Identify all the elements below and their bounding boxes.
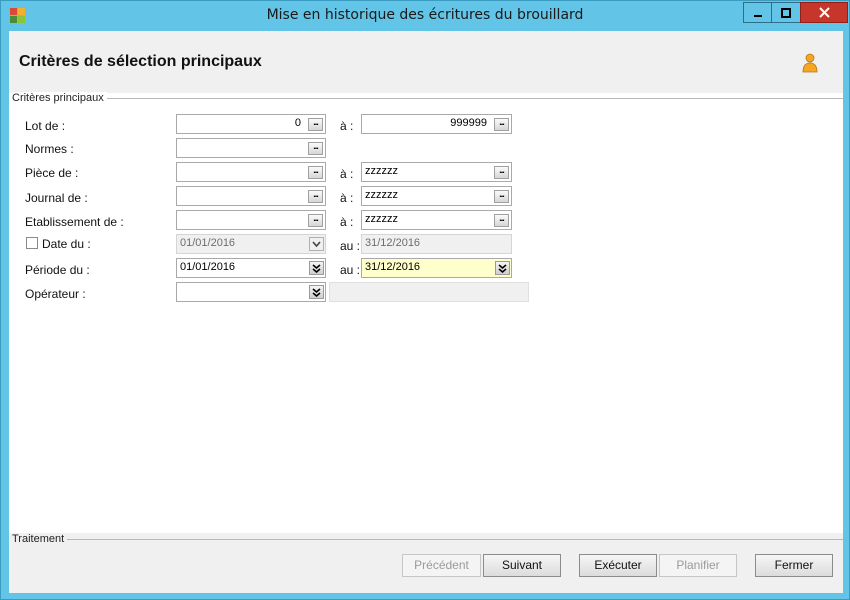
close-icon <box>818 7 830 18</box>
execute-button[interactable]: Exécuter <box>579 554 657 577</box>
operateur-dropdown-button[interactable] <box>309 285 324 299</box>
page-title: Critères de sélection principaux <box>19 53 262 70</box>
normes-ellipsis-button[interactable]: ... <box>308 142 323 155</box>
date-checkbox[interactable] <box>26 237 38 249</box>
lot-from-ellipsis-button[interactable]: ... <box>308 118 323 131</box>
client-area: Critères de sélection principaux Critère… <box>9 31 843 593</box>
periode-to-label: au : <box>340 263 361 277</box>
date-label: Date du : <box>42 237 91 251</box>
date-from-input[interactable]: 01/01/2016 <box>176 234 326 254</box>
periode-to-dropdown-button[interactable] <box>495 261 510 275</box>
lot-label: Lot de : <box>25 119 66 133</box>
journal-to-input[interactable]: zzzzzz <box>361 186 512 206</box>
traitement-group-line <box>65 539 843 540</box>
piece-to-label: à : <box>340 167 354 181</box>
piece-label: Pièce de : <box>25 166 79 180</box>
lot-to-ellipsis-button[interactable]: ... <box>494 118 509 131</box>
date-to-input[interactable]: 31/12/2016 <box>361 234 512 254</box>
operateur-description <box>329 282 529 302</box>
footer-panel: Traitement Précédent Suivant Exécuter Pl… <box>9 533 843 593</box>
double-chevron-down-icon <box>312 287 321 297</box>
date-to-label: au : <box>340 239 361 253</box>
double-chevron-down-icon <box>312 263 321 273</box>
close-dialog-button[interactable]: Fermer <box>755 554 833 577</box>
schedule-button[interactable]: Planifier <box>659 554 737 577</box>
piece-from-input[interactable] <box>176 162 326 182</box>
close-button[interactable] <box>800 2 848 23</box>
app-window: Mise en historique des écritures du brou… <box>0 0 850 600</box>
maximize-button[interactable] <box>771 2 801 23</box>
window-title: Mise en historique des écritures du brou… <box>266 7 584 23</box>
journal-label: Journal de : <box>25 191 88 205</box>
periode-from-dropdown-button[interactable] <box>309 261 324 275</box>
journal-from-input[interactable] <box>176 186 326 206</box>
lot-from-input[interactable]: 0 <box>176 114 326 134</box>
operateur-label: Opérateur : <box>25 287 86 301</box>
normes-label: Normes : <box>25 142 74 156</box>
lot-to-input[interactable]: 999999 <box>361 114 512 134</box>
etablissement-to-input[interactable]: zzzzzz <box>361 210 512 230</box>
previous-button[interactable]: Précédent <box>402 554 481 577</box>
etablissement-label: Etablissement de : <box>25 215 124 229</box>
periode-from-input[interactable]: 01/01/2016 <box>176 258 326 278</box>
periode-to-input[interactable]: 31/12/2016 <box>361 258 512 278</box>
criteria-group-line <box>99 98 843 99</box>
minimize-button[interactable] <box>743 2 772 23</box>
user-icon[interactable] <box>802 53 818 73</box>
next-button[interactable]: Suivant <box>483 554 561 577</box>
criteria-group-label: Critères principaux <box>12 92 107 104</box>
journal-from-ellipsis-button[interactable]: ... <box>308 190 323 203</box>
lot-to-label: à : <box>340 119 354 133</box>
piece-to-ellipsis-button[interactable]: ... <box>494 166 509 179</box>
minimize-icon <box>753 14 762 17</box>
normes-input[interactable] <box>176 138 326 158</box>
traitement-group-label: Traitement <box>12 533 68 545</box>
etablissement-from-ellipsis-button[interactable]: ... <box>308 214 323 227</box>
etablissement-to-label: à : <box>340 215 354 229</box>
operateur-input[interactable] <box>176 282 326 302</box>
journal-to-ellipsis-button[interactable]: ... <box>494 190 509 203</box>
periode-label: Période du : <box>25 263 90 277</box>
header-panel: Critères de sélection principaux <box>9 31 843 93</box>
maximize-icon <box>781 7 791 18</box>
date-from-dropdown-button[interactable] <box>309 237 324 251</box>
double-chevron-down-icon <box>498 263 507 273</box>
journal-to-label: à : <box>340 191 354 205</box>
piece-to-input[interactable]: zzzzzz <box>361 162 512 182</box>
etablissement-from-input[interactable] <box>176 210 326 230</box>
piece-from-ellipsis-button[interactable]: ... <box>308 166 323 179</box>
chevron-down-icon <box>312 240 321 247</box>
title-bar[interactable]: Mise en historique des écritures du brou… <box>1 1 849 31</box>
etablissement-to-ellipsis-button[interactable]: ... <box>494 214 509 227</box>
